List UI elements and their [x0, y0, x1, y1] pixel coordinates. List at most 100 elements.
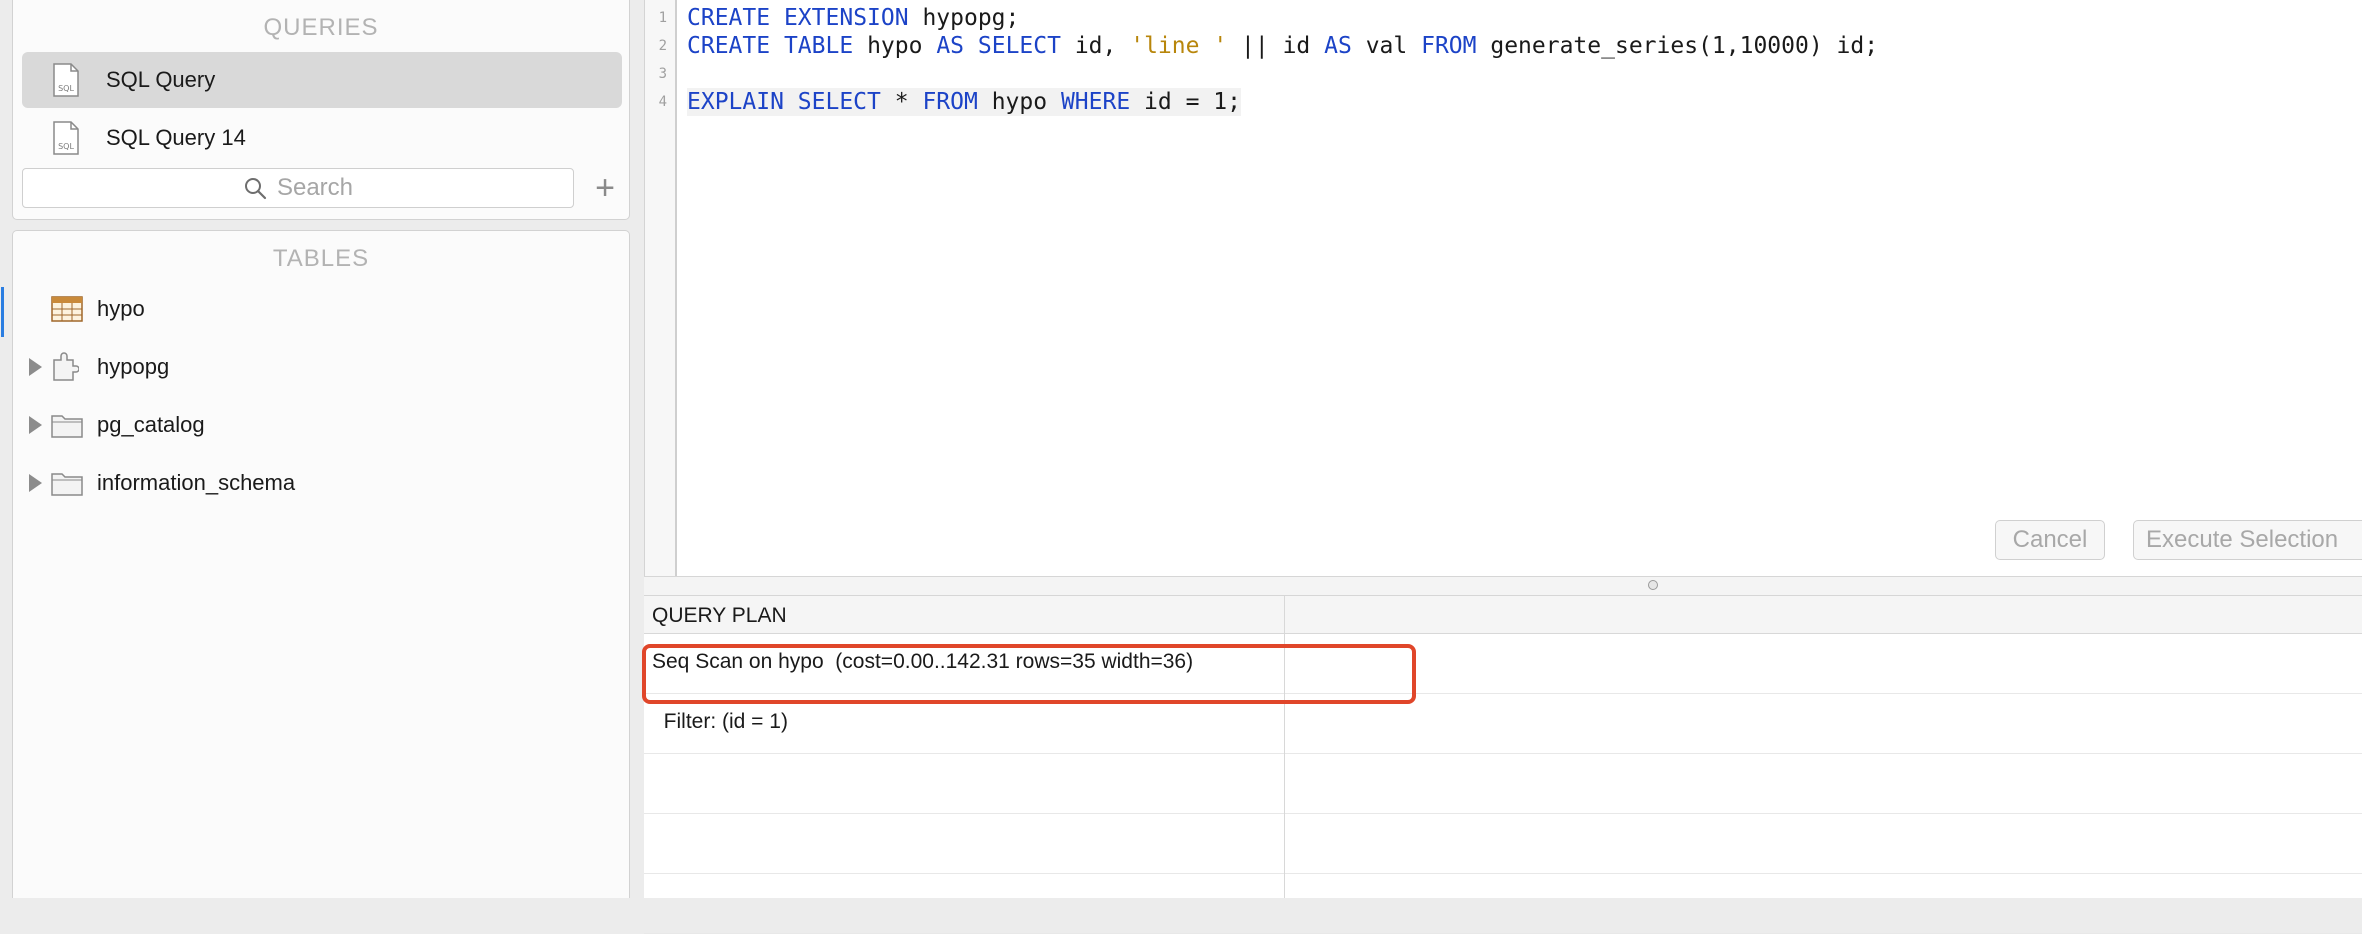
- code-token: id: [1144, 89, 1172, 115]
- code-token: val: [1365, 33, 1408, 59]
- schema-item-label: hypopg: [97, 354, 170, 379]
- cancel-button[interactable]: Cancel: [1995, 520, 2105, 560]
- code-keyword: SELECT: [977, 33, 1061, 59]
- code-keyword: FROM: [922, 89, 978, 115]
- disclosure-triangle-icon[interactable]: [29, 358, 42, 376]
- grid-header: QUERY PLAN: [644, 596, 2362, 634]
- queries-section-title: QUERIES: [263, 14, 379, 41]
- code-token: id: [1074, 33, 1103, 59]
- table-row[interactable]: [644, 814, 2362, 874]
- code-token: hypopg: [922, 5, 1006, 31]
- line-number: 3: [658, 66, 667, 82]
- tables-panel: TABLES hypo hypopg pg_catalog informatio…: [1, 230, 631, 898]
- svg-text:SQL: SQL: [58, 84, 74, 93]
- code-string: 'line ': [1130, 33, 1228, 59]
- code-keyword: CREATE: [687, 5, 771, 31]
- search-placeholder: Search: [276, 174, 354, 201]
- sidebar: QUERIES SQL SQL Query SQL SQL Query 14 S…: [0, 0, 640, 898]
- code-token: *: [880, 89, 923, 115]
- code-token: = 1;: [1171, 89, 1241, 115]
- table-item-hypo[interactable]: hypo: [13, 281, 631, 337]
- schema-item-label: pg_catalog: [97, 412, 205, 437]
- code-token: ;: [1864, 33, 1879, 59]
- svg-text:SQL: SQL: [58, 142, 74, 151]
- extension-icon: [53, 352, 79, 381]
- code-keyword: CREATE: [687, 33, 771, 59]
- tables-section-title: TABLES: [272, 245, 370, 272]
- code-keyword: WHERE: [1060, 89, 1131, 115]
- search-icon: [244, 178, 267, 200]
- schema-item-pg-catalog[interactable]: pg_catalog: [13, 397, 631, 453]
- folder-icon: [51, 415, 83, 438]
- results-grid: QUERY PLAN Seq Scan on hypo (cost=0.00..…: [642, 596, 2362, 934]
- sql-file-icon: SQL: [53, 63, 79, 97]
- code-line[interactable]: CREATE EXTENSION hypopg;: [687, 4, 1019, 32]
- code-line[interactable]: EXPLAIN SELECT * FROM hypo WHERE id = 1;: [687, 88, 1241, 116]
- code-keyword: AS: [1324, 33, 1352, 59]
- code-line[interactable]: CREATE TABLE hypo AS SELECT id, 'line ' …: [687, 32, 1878, 60]
- folder-icon: [51, 473, 83, 496]
- search-input[interactable]: Search: [22, 168, 574, 208]
- table-row[interactable]: [644, 874, 2362, 934]
- disclosure-triangle-icon[interactable]: [29, 474, 42, 492]
- column-header-query-plan[interactable]: QUERY PLAN: [652, 604, 787, 628]
- code-keyword: EXTENSION: [783, 5, 909, 31]
- queries-panel: QUERIES SQL SQL Query SQL SQL Query 14 S…: [12, 0, 630, 220]
- code-keyword: EXPLAIN: [687, 89, 784, 115]
- table-cell: Filter: (id = 1): [652, 710, 788, 733]
- line-number: 1: [658, 10, 667, 26]
- code-token: (1,10000): [1698, 33, 1837, 59]
- sql-file-icon: SQL: [53, 121, 79, 155]
- code-token: hypo: [991, 89, 1048, 115]
- line-number: 2: [658, 38, 667, 54]
- code-token: hypo: [867, 33, 923, 59]
- table-icon: [51, 296, 83, 322]
- code-line[interactable]: [687, 60, 701, 88]
- table-row[interactable]: Seq Scan on hypo (cost=0.00..142.31 rows…: [644, 634, 2362, 694]
- query-item-label: SQL Query: [106, 67, 216, 92]
- code-token: id: [1836, 33, 1865, 59]
- code-keyword: TABLE: [783, 33, 854, 59]
- selection-indicator: [1, 287, 4, 337]
- query-item-sql-query[interactable]: SQL SQL Query: [22, 52, 622, 108]
- table-row[interactable]: Filter: (id = 1): [644, 694, 2362, 754]
- line-number: 4: [658, 94, 667, 110]
- line-number-gutter: 1 2 3 4: [645, 0, 677, 576]
- code-token: ||: [1227, 33, 1283, 59]
- column-divider[interactable]: [1284, 596, 1285, 898]
- splitter-handle[interactable]: [1648, 580, 1658, 590]
- code-token: ;: [1005, 5, 1020, 31]
- execute-selection-button[interactable]: Execute Selection: [2133, 520, 2362, 560]
- code-keyword: FROM: [1421, 33, 1477, 59]
- table-cell: Seq Scan on hypo (cost=0.00..142.31 rows…: [652, 650, 1194, 673]
- code-keyword: AS: [936, 33, 965, 59]
- query-item-label: SQL Query 14: [106, 125, 246, 150]
- schema-item-information-schema[interactable]: information_schema: [13, 455, 631, 511]
- table-row[interactable]: [644, 754, 2362, 814]
- disclosure-triangle-icon[interactable]: [29, 416, 42, 434]
- pane-splitter[interactable]: [644, 576, 2362, 596]
- add-query-button[interactable]: +: [587, 168, 623, 208]
- code-token: generate_series: [1490, 33, 1699, 59]
- schema-item-hypopg[interactable]: hypopg: [13, 339, 631, 395]
- schema-item-label: information_schema: [97, 470, 296, 495]
- code-token: ,: [1102, 33, 1131, 59]
- query-item-sql-query-14[interactable]: SQL SQL Query 14: [22, 110, 622, 166]
- code-keyword: SELECT: [797, 89, 881, 115]
- sql-editor[interactable]: 1 2 3 4 CREATE EXTENSION hypopg; CREATE …: [644, 0, 2362, 576]
